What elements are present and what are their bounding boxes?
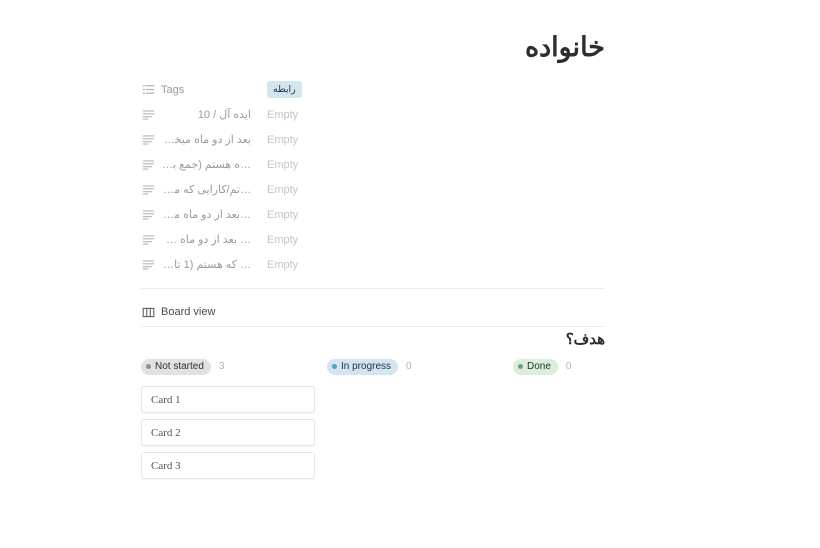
view-tab-bar: Board view: [141, 303, 215, 321]
property-name-cell[interactable]: بعد از دو ماه میخوام: [141, 127, 253, 152]
text-property-icon: [141, 233, 155, 247]
board-container: Not started 3 Card 1 Card 2 Card 3 In progres…: [141, 358, 741, 479]
property-row[interactable]: بعد از دو ماه میخوام Empty: [141, 127, 605, 152]
view-tab-label: Board view: [161, 306, 216, 318]
property-name-cell[interactable]: …ه هستم (جمع بندی): [141, 152, 253, 177]
property-name-cell[interactable]: ایده آل / 10: [141, 102, 253, 127]
status-badge[interactable]: Done: [513, 358, 558, 375]
property-row[interactable]: …ه هستم (جمع بندی) Empty: [141, 152, 605, 177]
property-name-cell[interactable]: … بعد از دو ماه هستم: [141, 227, 253, 252]
board-card[interactable]: Card 3: [141, 452, 315, 479]
property-label: ایده آل / 10: [197, 108, 251, 121]
property-empty-value[interactable]: Empty: [253, 133, 298, 147]
property-label: … بعد از دو ماه هستم: [161, 233, 251, 246]
text-property-icon: [141, 133, 155, 147]
board-card[interactable]: Card 2: [141, 419, 315, 446]
card-count: 3: [218, 360, 225, 372]
status-badge[interactable]: In progress: [327, 358, 399, 375]
property-empty-value[interactable]: Empty: [253, 158, 298, 172]
card-title: Card 3: [151, 459, 181, 472]
card-count: 0: [406, 360, 412, 372]
status-label: Done: [527, 360, 551, 372]
property-empty-value[interactable]: Empty: [253, 183, 298, 197]
notion-page: خانواده Tags رابطه ایده آل / 10 Empty بعد از…: [0, 0, 820, 548]
property-name-cell[interactable]: …بعد از دو ماه میخوام: [141, 202, 253, 227]
text-property-icon: [141, 108, 155, 122]
text-property-icon: [141, 183, 155, 197]
board-column: Done 0: [513, 358, 699, 479]
property-row[interactable]: …بعد از دو ماه میخوامEmpty: [141, 202, 605, 227]
page-title[interactable]: خانواده: [141, 30, 605, 64]
property-row[interactable]: …تم/کارایی که میکنم Empty: [141, 177, 605, 202]
text-property-icon: [141, 258, 155, 272]
status-dot-icon: [518, 364, 523, 369]
property-name-cell[interactable]: …تم/کارایی که میکنم: [141, 177, 253, 202]
text-property-icon: [141, 208, 155, 222]
board-column-header[interactable]: Not started 3: [141, 358, 327, 375]
property-label: …بعد از دو ماه میخوام: [161, 208, 251, 221]
card-count: 0: [565, 360, 572, 372]
multi-select-icon: [141, 83, 155, 97]
status-label: In progress: [341, 360, 392, 372]
property-tag-value[interactable]: رابطه: [267, 81, 302, 98]
property-empty-value[interactable]: Empty: [253, 208, 298, 222]
text-property-icon: [141, 158, 155, 172]
page-title-block: خانواده: [141, 30, 605, 64]
card-title: Card 2: [151, 426, 181, 439]
status-dot-icon: [332, 364, 337, 369]
board-column-header[interactable]: In progress 0: [327, 358, 513, 375]
property-row[interactable]: … بعد از دو ماه هستمEmpty: [141, 227, 605, 252]
property-label: Tags: [161, 83, 185, 96]
status-badge[interactable]: Not started: [141, 358, 211, 375]
status-dot-icon: [146, 364, 151, 369]
property-label: …تم/کارایی که میکنم: [161, 183, 251, 196]
card-list: Card 1 Card 2 Card 3: [141, 386, 315, 479]
property-empty-value[interactable]: Empty: [253, 108, 298, 122]
board-view-icon: [141, 305, 155, 319]
property-label: …ه هستم (جمع بندی): [161, 158, 251, 171]
property-empty-value[interactable]: Empty: [253, 233, 298, 247]
view-tab-board[interactable]: Board view: [141, 305, 215, 319]
board-card[interactable]: Card 1: [141, 386, 315, 413]
property-list: Tags رابطه ایده آل / 10 Empty بعد از دو ماه …: [141, 77, 605, 277]
property-name-cell[interactable]: Tags: [141, 77, 253, 102]
property-row[interactable]: ایده آل / 10 Empty: [141, 102, 605, 127]
property-name-cell[interactable]: … که هستم (1 تا 10): [141, 252, 253, 277]
property-label: بعد از دو ماه میخوام: [161, 133, 251, 146]
property-label: … که هستم (1 تا 10): [161, 258, 251, 271]
property-row[interactable]: Tags رابطه: [141, 77, 605, 102]
divider-above-view-tabs: [141, 288, 605, 289]
board-heading: هدف؟: [565, 332, 605, 348]
card-title: Card 1: [151, 393, 181, 406]
divider-below-view-tabs: [141, 326, 605, 327]
property-empty-value[interactable]: Empty: [253, 258, 298, 272]
board-column: Not started 3 Card 1 Card 2 Card 3: [141, 358, 327, 479]
board-column-header[interactable]: Done 0: [513, 358, 699, 375]
status-label: Not started: [155, 360, 204, 372]
board-column: In progress 0: [327, 358, 513, 479]
property-row[interactable]: … که هستم (1 تا 10)Empty: [141, 252, 605, 277]
